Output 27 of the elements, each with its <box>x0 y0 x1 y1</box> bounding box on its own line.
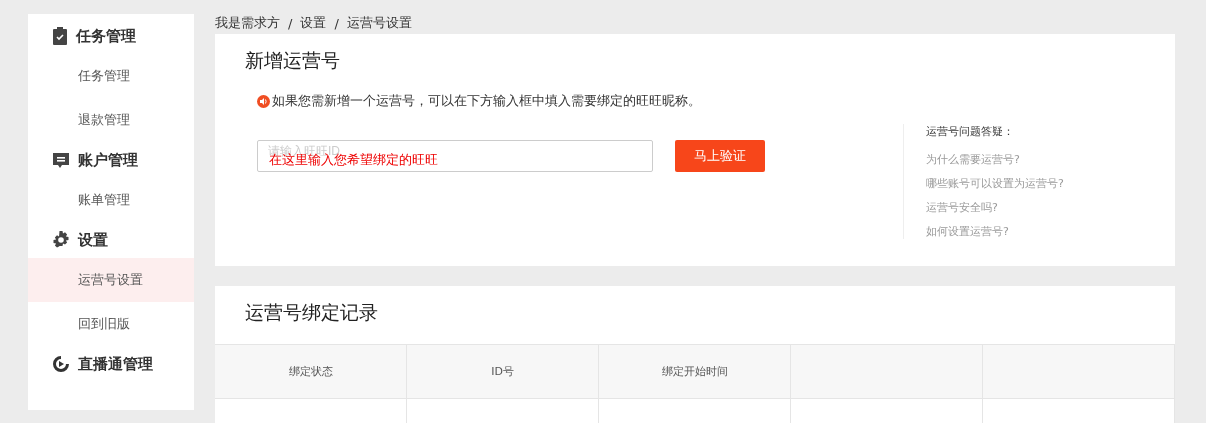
breadcrumb-separator: / <box>288 15 293 31</box>
settings-icon <box>52 231 70 249</box>
sidebar-item[interactable]: 退款管理 <box>28 98 194 142</box>
breadcrumb-item[interactable]: 设置 <box>300 14 327 32</box>
card-title: 新增运营号 <box>244 48 341 73</box>
sidebar-item[interactable]: 账单管理 <box>28 178 194 222</box>
verify-button[interactable]: 马上验证 <box>675 140 765 172</box>
sidebar-item[interactable]: 运营号设置 <box>28 258 194 302</box>
breadcrumb-separator: / <box>334 15 339 31</box>
speaker-icon <box>257 94 270 108</box>
column-header: ID号 <box>407 345 599 399</box>
breadcrumb-item[interactable]: 我是需求方 <box>215 14 280 32</box>
column-header: 绑定状态 <box>215 345 407 399</box>
sidebar-item[interactable]: 任务管理 <box>28 54 194 98</box>
faq-title: 运营号问题答疑： <box>926 124 1015 139</box>
breadcrumb-item[interactable]: 运营号设置 <box>346 14 412 32</box>
sidebar-item[interactable]: 回到旧版 <box>28 302 194 346</box>
card-title: 运营号绑定记录 <box>244 300 379 325</box>
sidebar-group-label[interactable]: 直播通管理 <box>78 354 153 374</box>
clipboard-icon <box>52 27 68 45</box>
sidebar-group-label[interactable]: 任务管理 <box>76 26 136 46</box>
sidebar-group-label[interactable]: 设置 <box>78 230 108 250</box>
column-header: 绑定开始时间 <box>599 345 791 399</box>
notice-text: 如果您需新增一个运营号，可以在下方输入框中填入需要绑定的旺旺昵称。 <box>272 92 701 110</box>
play-icon <box>52 355 70 373</box>
message-icon <box>52 151 70 169</box>
sidebar-group-label[interactable]: 账户管理 <box>78 150 138 170</box>
